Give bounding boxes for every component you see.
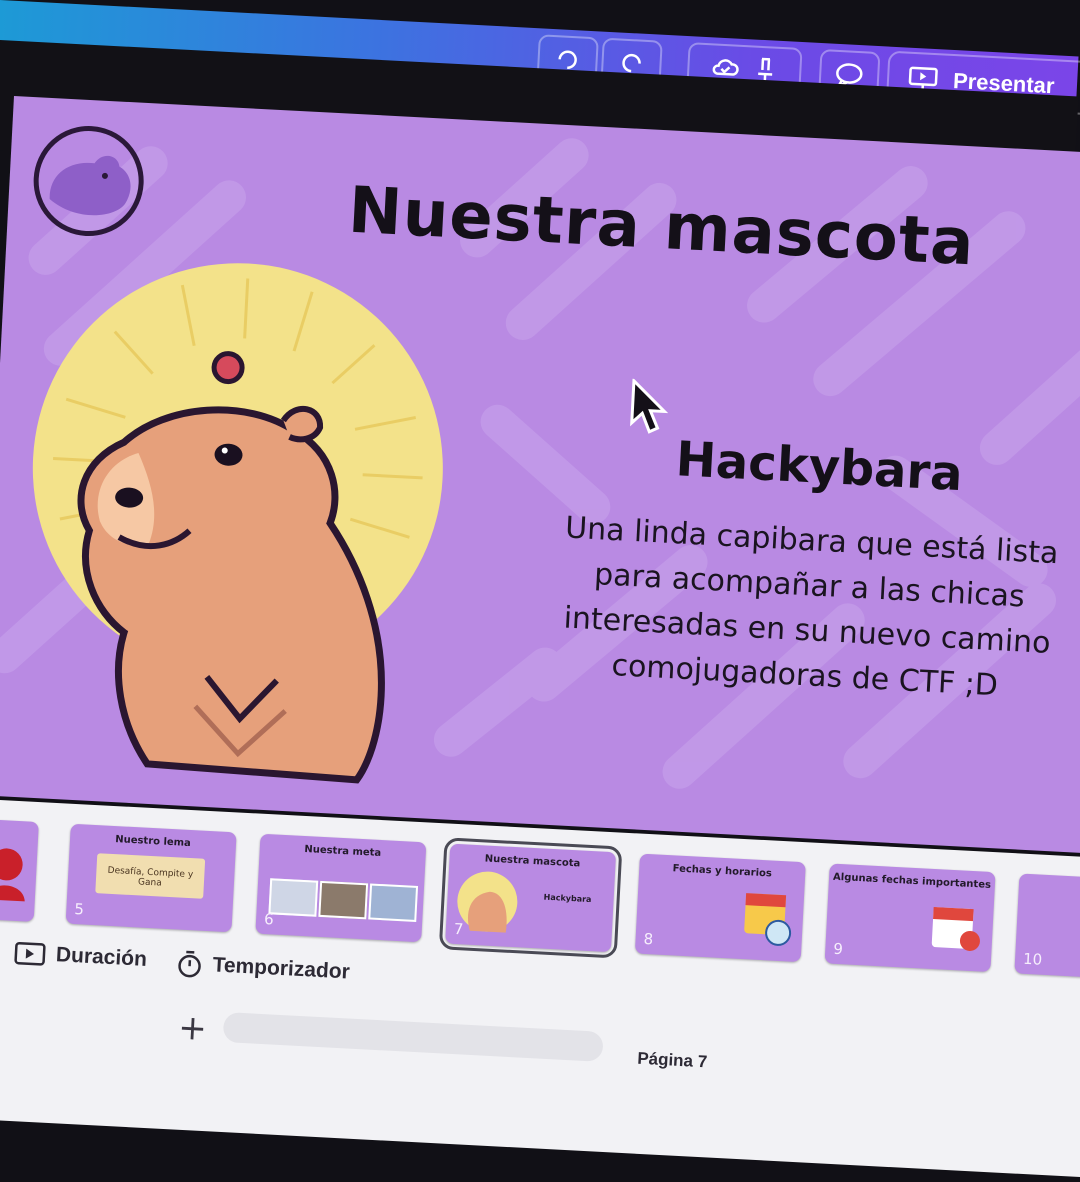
slide-thumbnail-4[interactable] bbox=[0, 813, 39, 922]
thumbnail-photo bbox=[268, 878, 319, 917]
slide-thumbnail-7[interactable]: Nuestra mascota Hackybara 7 bbox=[438, 837, 623, 959]
redo-icon bbox=[622, 53, 641, 73]
thumbnail-calendar-alert-icon bbox=[931, 907, 980, 951]
add-page-button[interactable]: + bbox=[177, 1008, 208, 1049]
undo-icon bbox=[558, 50, 577, 70]
duration-button[interactable]: Duración bbox=[13, 941, 147, 972]
duration-icon bbox=[14, 941, 46, 966]
thumbnail-photo bbox=[368, 883, 419, 922]
thumbnail-hacker-icon bbox=[0, 848, 25, 902]
stopwatch-icon bbox=[178, 950, 201, 978]
slide-thumbnail-6[interactable]: Nuestra meta 6 bbox=[255, 833, 427, 943]
slide-canvas[interactable]: Nuestra mascota Hackybara Una linda capi… bbox=[0, 96, 1080, 856]
slide-thumbnail-9[interactable]: Algunas fechas importantes 9 bbox=[824, 863, 996, 973]
slide-thumbnail-8[interactable]: Fechas y horarios 8 bbox=[634, 853, 806, 963]
mascot-description[interactable]: Una linda capibara que está lista para a… bbox=[524, 504, 1080, 713]
thumbnail-photo bbox=[318, 880, 369, 920]
slide-thumbnail-10[interactable]: 10 bbox=[1014, 873, 1080, 983]
page-scrollbar[interactable] bbox=[222, 1012, 604, 1062]
page-indicator: Página 7 bbox=[636, 1048, 708, 1072]
slide-thumbnail-5[interactable]: Nuestro lema Desafía, Compite y Gana 5 bbox=[65, 823, 237, 933]
capybara-mascot-illustration[interactable] bbox=[0, 247, 483, 790]
mouse-cursor-icon bbox=[630, 378, 669, 434]
timer-button[interactable]: Temporizador bbox=[176, 949, 351, 986]
thumbnail-capybara-icon bbox=[457, 871, 518, 933]
thumbnail-motto-banner: Desafía, Compite y Gana bbox=[95, 853, 206, 899]
thumbnail-calendar-icon bbox=[744, 893, 792, 946]
bottom-panel: Nuestro lema Desafía, Compite y Gana 5 N… bbox=[0, 800, 1080, 1182]
